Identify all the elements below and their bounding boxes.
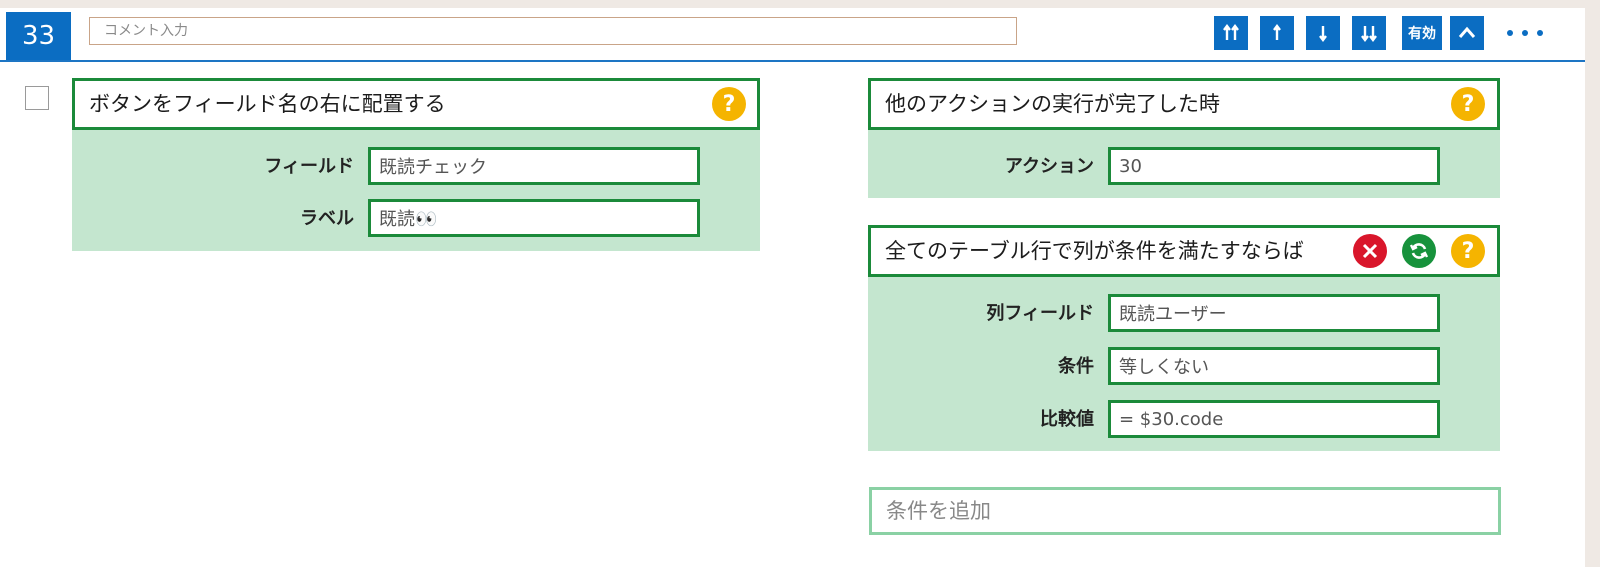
more-button[interactable]: [1503, 16, 1547, 50]
trigger-panel-title: 他のアクションの実行が完了した時: [868, 78, 1500, 130]
label-label: ラベル: [300, 208, 354, 229]
question-icon[interactable]: ?: [1451, 234, 1485, 268]
compare-value-label: 比較値: [1040, 409, 1094, 430]
add-condition-button[interactable]: 条件を追加: [869, 487, 1501, 535]
button-placement-title-text: ボタンをフィールド名の右に配置する: [89, 92, 446, 116]
question-icon[interactable]: ?: [1451, 87, 1485, 121]
move-up-icon: [1273, 24, 1281, 40]
more-icon: [1507, 30, 1513, 36]
chevron-up-icon: [1458, 26, 1476, 38]
move-down-button[interactable]: [1306, 16, 1340, 50]
field-input[interactable]: [368, 147, 700, 185]
comment-input[interactable]: [89, 17, 1017, 45]
condition-label: 条件: [1058, 356, 1094, 377]
enabled-toggle[interactable]: 有効: [1402, 16, 1442, 50]
action-input[interactable]: [1108, 147, 1440, 185]
refresh-icon: [1409, 243, 1429, 259]
remove-condition-button[interactable]: [1353, 234, 1387, 268]
condition-title-text: 全てのテーブル行で列が条件を満たすならば: [885, 239, 1304, 263]
trigger-title-text: 他のアクションの実行が完了した時: [885, 92, 1220, 116]
step-number: 33: [6, 12, 71, 60]
action-header: 33 有効: [0, 8, 1585, 62]
move-to-bottom-icon: [1361, 26, 1377, 42]
question-icon[interactable]: ?: [712, 87, 746, 121]
label-input[interactable]: [368, 199, 700, 237]
collapse-button[interactable]: [1450, 16, 1484, 50]
close-icon: [1362, 243, 1378, 259]
action-card: 33 有効: [0, 8, 1585, 567]
column-field-input[interactable]: [1108, 294, 1440, 332]
move-to-bottom-button[interactable]: [1352, 16, 1386, 50]
select-checkbox[interactable]: [25, 86, 49, 110]
compare-value-input[interactable]: [1108, 400, 1440, 438]
condition-select[interactable]: [1108, 347, 1440, 385]
move-to-top-icon: [1223, 24, 1239, 40]
move-to-top-button[interactable]: [1214, 16, 1248, 50]
refresh-condition-button[interactable]: [1402, 234, 1436, 268]
field-label: フィールド: [264, 156, 354, 177]
action-label: アクション: [1004, 156, 1094, 177]
move-up-button[interactable]: [1260, 16, 1294, 50]
move-down-icon: [1319, 26, 1327, 42]
button-placement-panel-title: ボタンをフィールド名の右に配置する: [72, 78, 760, 130]
column-field-label: 列フィールド: [986, 303, 1094, 324]
